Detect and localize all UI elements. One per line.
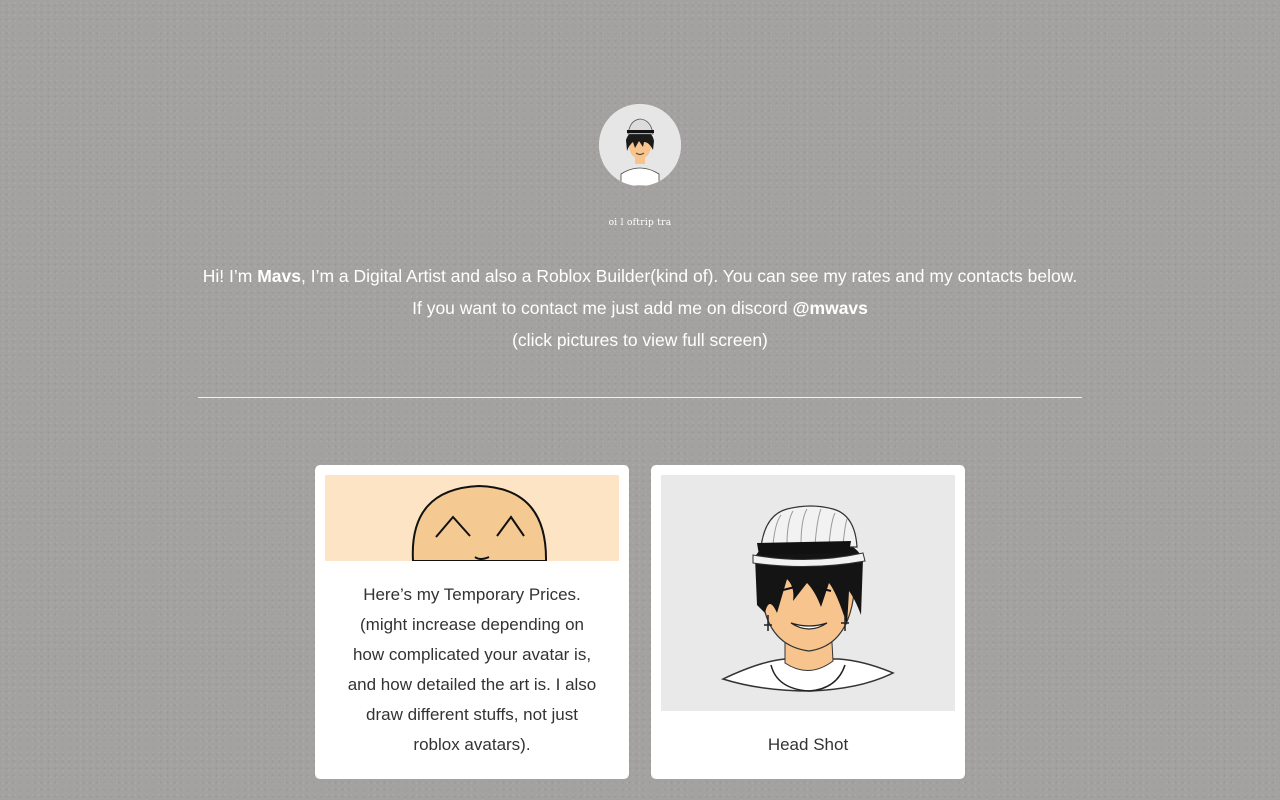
intro-text: Hi! I’m Mavs, I’m a Digital Artist and a… <box>200 260 1080 356</box>
prices-card-caption: Here’s my Temporary Prices. (might incre… <box>347 585 597 754</box>
discord-handle: @mwavs <box>792 298 868 318</box>
headshot-card-caption: Head Shot <box>767 735 849 754</box>
profile-avatar[interactable] <box>599 104 681 186</box>
intro-greeting: Hi! I’m <box>202 266 258 286</box>
headshot-portrait-icon <box>661 475 955 711</box>
intro-description: , I’m a Digital Artist and also a Roblox… <box>301 266 1078 318</box>
artist-avatar-icon <box>599 104 681 186</box>
headshot-card[interactable]: Head Shot <box>651 465 965 779</box>
prices-card-image[interactable] <box>325 475 619 561</box>
artist-name: Mavs <box>257 266 301 286</box>
fullscreen-hint: (click pictures to view full screen) <box>512 330 768 350</box>
smiling-face-icon <box>325 475 619 561</box>
prices-card[interactable]: Here’s my Temporary Prices. (might incre… <box>315 465 629 779</box>
headshot-card-image[interactable] <box>661 475 955 711</box>
section-divider <box>198 397 1082 398</box>
profile-tagline: oi l oftrip tra <box>608 218 672 228</box>
